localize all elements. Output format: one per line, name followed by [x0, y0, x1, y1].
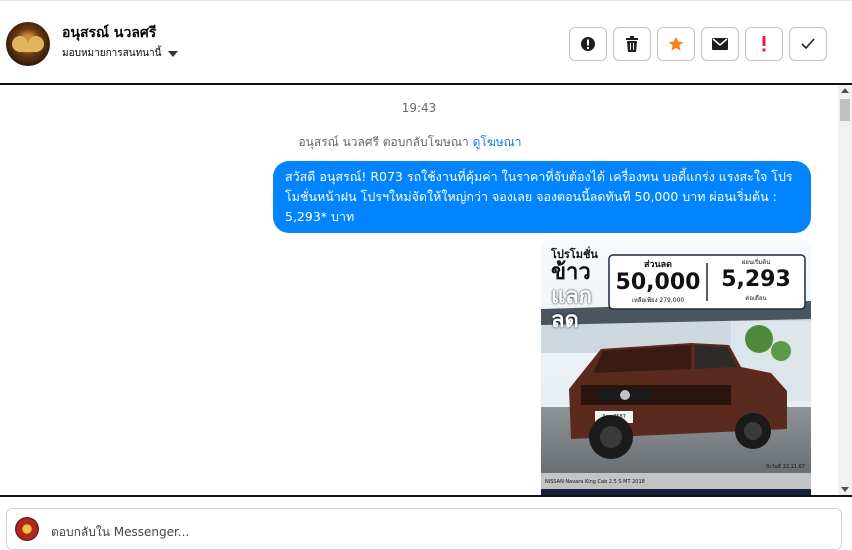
alert-circle-icon — [581, 37, 595, 51]
ad-discount-value: 50,000 — [615, 270, 701, 295]
thread-scrollbar[interactable] — [838, 85, 852, 495]
contact-name[interactable]: อนุสรณ์ นวลศรี — [62, 22, 156, 44]
ad-image[interactable]: โปรโมชั่น ข้าว แลก ลด ส่วนลด 50,000 เหลื… — [541, 239, 811, 495]
ad-promo-title: โปรโมชั่น ข้าว แลก ลด — [551, 249, 611, 332]
envelope-icon — [712, 38, 728, 50]
page-avatar — [15, 517, 39, 541]
ad-promo-line3: แลก — [551, 284, 592, 309]
ad-discount-box: ส่วนลด 50,000 เหลือเพียง 279,000 — [611, 257, 705, 305]
message-thread: 19:43 อนุสรณ์ นวลศรี ตอบกลับโฆษณา ดูโฆษณ… — [0, 85, 838, 495]
ad-discount-label: ส่วนลด — [643, 260, 673, 270]
scroll-down-arrow-icon[interactable] — [841, 487, 849, 492]
check-icon — [801, 38, 815, 50]
ad-installment-box: ผ่อนเริ่มต้น 5,293 ต่อเดือน — [709, 257, 803, 303]
ad-installment-label: ผ่อนเริ่มต้น — [741, 259, 771, 266]
assign-label: มอบหมายการสนทนานี้ — [62, 48, 162, 59]
message-bubble[interactable]: สวัสดี อนุสรณ์! R073 รถใช้งานที่คุ้มค่า … — [273, 161, 811, 233]
ad-promo-line4: ลด — [551, 308, 579, 333]
assign-conversation-dropdown[interactable]: มอบหมายการสนทนานี้ — [62, 46, 179, 61]
report-spam-button[interactable] — [569, 27, 607, 61]
trash-icon — [626, 36, 638, 52]
delete-button[interactable] — [613, 27, 651, 61]
contact-avatar[interactable] — [6, 22, 50, 66]
view-ad-link[interactable]: ดูโฆษณา — [473, 135, 522, 149]
chevron-down-icon — [168, 50, 179, 57]
ad-reply-note-text: อนุสรณ์ นวลศรี ตอบกลับโฆษณา — [298, 135, 469, 149]
done-button[interactable] — [789, 27, 827, 61]
scroll-up-arrow-icon[interactable] — [841, 88, 849, 93]
header-actions — [569, 27, 827, 61]
ad-promo-line2: ข้าว — [551, 260, 591, 285]
mark-unread-button[interactable] — [701, 27, 739, 61]
ad-date-note: ถึงวันที่ 22.11.67 — [766, 464, 805, 470]
reply-input[interactable]: ตอบกลับใน Messenger... — [51, 523, 189, 542]
star-icon — [668, 36, 684, 51]
composer-divider — [0, 495, 852, 497]
ad-caption: NISSAN Navara King Cab 2.5 S MT 2018 — [545, 479, 645, 485]
message-timestamp: 19:43 — [401, 101, 437, 115]
ad-promo-line1: โปรโมชั่น — [551, 248, 598, 261]
star-button[interactable] — [657, 27, 695, 61]
ad-plate: 3กษ 3587 — [602, 414, 626, 420]
important-button[interactable] — [745, 27, 783, 61]
ad-reply-note: อนุสรณ์ นวลศรี ตอบกลับโฆษณา ดูโฆษณา — [0, 133, 820, 152]
exclamation-icon — [762, 36, 766, 52]
ad-installment-note: ต่อเดือน — [745, 295, 767, 302]
conversation-header: อนุสรณ์ นวลศรี มอบหมายการสนทนานี้ — [0, 5, 852, 85]
reply-composer[interactable]: ตอบกลับใน Messenger... — [6, 508, 842, 550]
ad-installment-value: 5,293 — [721, 267, 791, 292]
ad-discount-note: เหลือเพียง 279,000 — [631, 297, 685, 304]
scroll-thumb[interactable] — [840, 99, 850, 121]
